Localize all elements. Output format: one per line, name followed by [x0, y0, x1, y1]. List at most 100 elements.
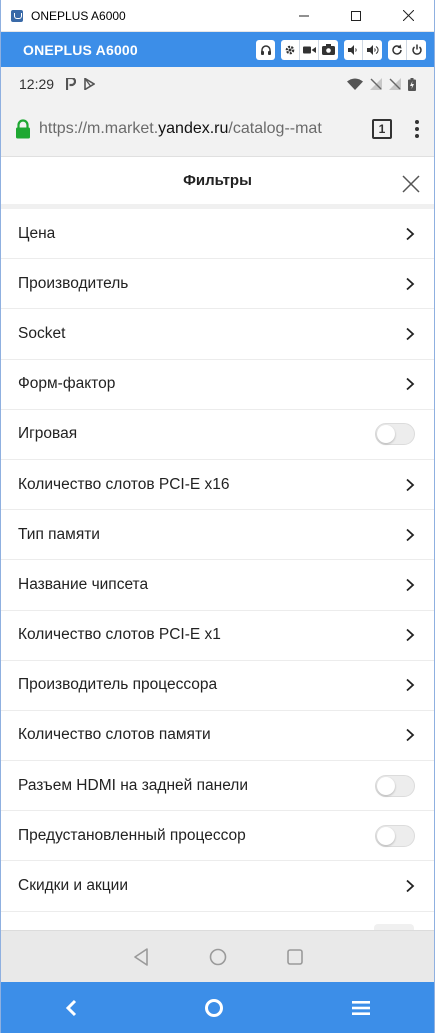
filter-label: Цена: [18, 224, 56, 242]
maximize-icon: [351, 10, 361, 21]
emulator-group-audio: [256, 39, 275, 60]
back-icon[interactable]: [133, 947, 149, 966]
filter-row[interactable]: Производитель процессора: [1, 661, 434, 711]
filter-label: Форм-фактор: [18, 375, 116, 393]
filter-row[interactable]: Socket: [1, 309, 434, 360]
filter-label: Socket: [18, 324, 66, 342]
chevron-right-icon: [406, 377, 415, 391]
minimize-icon: [299, 15, 309, 16]
filter-row[interactable]: Количество слотов PCI-E x1: [1, 611, 434, 661]
filter-label: Количество слотов PCI-E x16: [18, 475, 230, 493]
chevron-right-icon: [406, 528, 415, 541]
filter-row[interactable]: Скидки и акции: [1, 861, 434, 912]
no-signal-icon: [370, 78, 382, 90]
filter-toggle[interactable]: [375, 423, 415, 446]
filter-row[interactable]: Разъем HDMI на задней панели: [1, 761, 434, 812]
kebab-dot: [415, 133, 419, 138]
status-notifications: [66, 78, 96, 90]
filter-label: Скидки и акции: [18, 877, 128, 895]
camera-icon: [322, 44, 335, 55]
home-icon[interactable]: [209, 948, 227, 966]
volume-down-icon: [348, 44, 357, 55]
url-field[interactable]: https://m.market.yandex.ru/catalog--mat: [39, 119, 360, 138]
tab-switcher-button[interactable]: 1: [372, 118, 392, 139]
filter-label: Название чипсета: [18, 575, 149, 593]
filter-label: Производитель процессора: [18, 676, 218, 694]
filter-row[interactable]: Предустановленный процессор: [1, 811, 434, 862]
status-time: 12:29: [19, 76, 55, 92]
chevron-right-icon: [406, 679, 415, 692]
settings-button[interactable]: [281, 39, 300, 60]
filter-row[interactable]: Тип памяти: [1, 510, 434, 561]
filters-title: Фильтры: [183, 172, 252, 189]
recents-icon[interactable]: [286, 948, 303, 965]
power-icon: [411, 44, 422, 55]
app-icon: [11, 9, 23, 22]
filter-toggle[interactable]: [375, 824, 415, 847]
filter-row[interactable]: Название чипсета: [1, 560, 434, 611]
chevron-right-icon: [406, 327, 415, 341]
browser-menu-button[interactable]: [410, 119, 424, 138]
device-name: ONEPLUS A6000: [23, 41, 138, 58]
filter-label: Разъем HDMI на задней панели: [18, 776, 249, 794]
menu-icon[interactable]: [351, 1000, 371, 1016]
filter-label: Производитель: [18, 274, 129, 292]
filters-list: Цена Производитель Socket Форм-фактор Иг…: [1, 209, 434, 934]
filter-row[interactable]: Количество слотов PCI-E x16: [1, 460, 434, 511]
rotate-icon: [392, 44, 402, 55]
close-icon: [402, 10, 414, 21]
filter-toggle[interactable]: [375, 774, 415, 797]
wifi-icon: [347, 78, 363, 90]
battery-charging-icon: [408, 77, 416, 91]
video-camera-icon: [302, 46, 316, 53]
chevron-right-icon: [406, 277, 415, 290]
url-prefix: https://m.market.: [39, 119, 159, 137]
play-store-icon: [84, 78, 96, 90]
filter-label: Предустановленный процессор: [18, 826, 246, 844]
window-title: ONEPLUS A6000: [31, 8, 126, 23]
volume-up-icon: [366, 44, 379, 55]
headphones-icon: [260, 44, 271, 55]
emulator-group-volume: [344, 39, 382, 60]
filter-label: Игровая: [18, 425, 78, 443]
power-button[interactable]: [407, 40, 426, 60]
android-nav-bar: [1, 930, 434, 982]
chevron-right-icon: [406, 478, 415, 491]
url-path: /catalog--mat: [228, 119, 322, 137]
browser-toolbar: https://m.market.yandex.ru/catalog--mat …: [1, 101, 434, 157]
emulator-toolbar: ONEPLUS A6000: [1, 32, 434, 67]
chevron-right-icon: [406, 227, 415, 240]
gear-icon: [285, 45, 295, 54]
maximize-button[interactable]: [330, 0, 382, 32]
chevron-left-icon[interactable]: [64, 999, 78, 1017]
lock-icon: [16, 118, 30, 138]
chevron-right-icon: [406, 729, 415, 742]
home-circle-icon[interactable]: [204, 998, 224, 1018]
minimize-button[interactable]: [278, 0, 330, 32]
kebab-dot: [415, 119, 419, 124]
emulator-window: ONEPLUS A6000 ONEPLUS A6000 12:29 https:…: [0, 0, 435, 1033]
headphones-button[interactable]: [256, 40, 275, 60]
screenshot-button[interactable]: [319, 40, 338, 60]
android-status-bar: 12:29: [1, 67, 434, 101]
chevron-right-icon: [406, 879, 415, 893]
close-filters-button[interactable]: [402, 175, 420, 193]
volume-down-button[interactable]: [344, 39, 363, 60]
volume-up-button[interactable]: [363, 40, 382, 60]
rotate-button[interactable]: [388, 39, 407, 60]
filter-row-partial: [1, 912, 434, 934]
filter-row[interactable]: Форм-фактор: [1, 360, 434, 410]
filter-row[interactable]: Игровая: [1, 410, 434, 460]
close-window-button[interactable]: [382, 0, 434, 32]
filter-row[interactable]: Количество слотов памяти: [1, 711, 434, 762]
record-button[interactable]: [300, 39, 319, 60]
filter-row[interactable]: Цена: [1, 209, 434, 260]
emulator-bottom-bar: [1, 982, 434, 1033]
filter-label: Количество слотов PCI-E x1: [18, 626, 221, 644]
filter-label: Количество слотов памяти: [18, 726, 211, 744]
emulator-group-capture: [281, 39, 338, 60]
filter-row[interactable]: Производитель: [1, 259, 434, 310]
status-system-icons: [347, 77, 416, 91]
parking-icon: [66, 78, 77, 90]
window-titlebar: ONEPLUS A6000: [1, 0, 434, 32]
